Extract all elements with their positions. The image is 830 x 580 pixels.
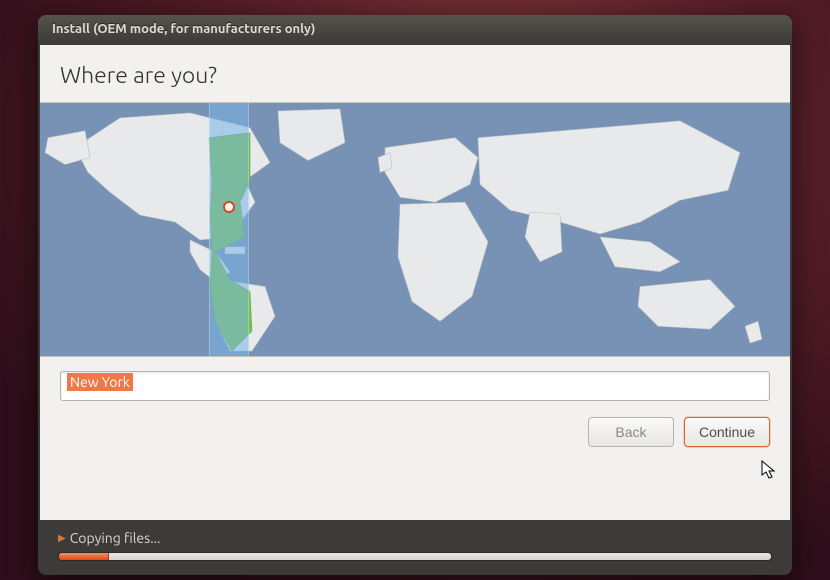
back-button[interactable]: Back xyxy=(588,417,674,447)
timezone-band xyxy=(209,103,249,356)
installer-window: Install (OEM mode, for manufacturers onl… xyxy=(38,15,792,575)
world-map-svg xyxy=(40,103,790,356)
location-input[interactable]: New York xyxy=(60,371,770,401)
status-label: Copying files... xyxy=(70,530,161,546)
location-marker-icon xyxy=(223,201,235,213)
content-area: Where are you? xyxy=(40,45,790,520)
continue-button[interactable]: Continue xyxy=(684,417,770,447)
page-title: Where are you? xyxy=(40,45,790,102)
titlebar: Install (OEM mode, for manufacturers onl… xyxy=(38,15,792,43)
timezone-map[interactable] xyxy=(40,102,790,357)
footer: ▶ Copying files... xyxy=(38,520,792,575)
window-title: Install (OEM mode, for manufacturers onl… xyxy=(52,22,315,36)
progress-bar-fill xyxy=(59,553,109,560)
status-row[interactable]: ▶ Copying files... xyxy=(58,530,772,546)
disclosure-triangle-icon: ▶ xyxy=(58,532,66,544)
location-input-value: New York xyxy=(67,373,133,391)
button-row: Back Continue xyxy=(40,401,790,447)
location-input-wrap: New York xyxy=(40,357,790,401)
progress-bar xyxy=(58,552,772,561)
